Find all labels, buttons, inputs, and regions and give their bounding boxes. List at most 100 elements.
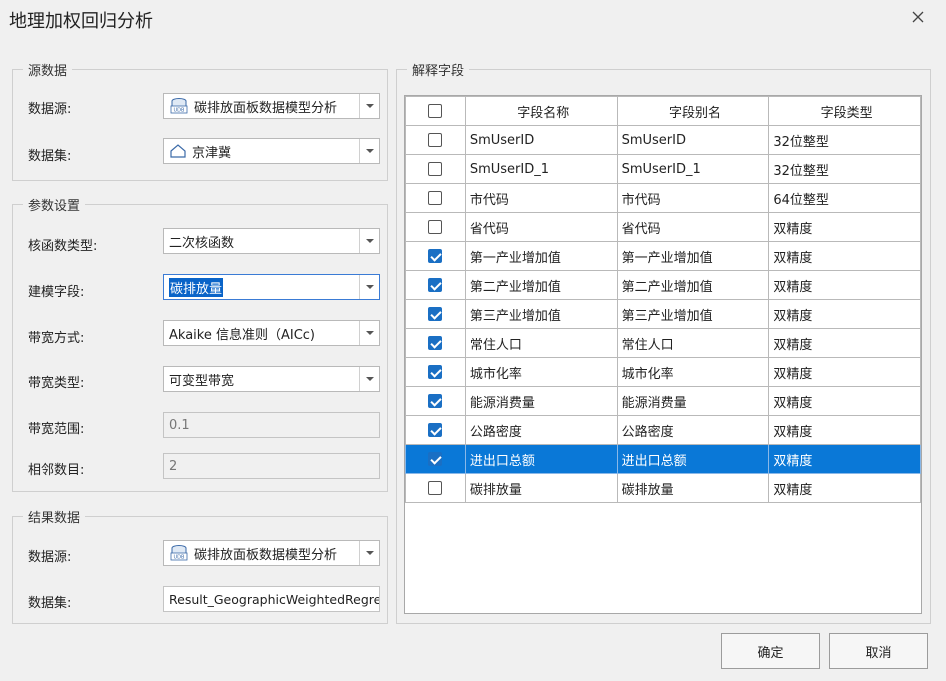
field-type-cell: 双精度 [768,328,921,358]
field-checkbox[interactable] [428,394,443,408]
header-field-name[interactable]: 字段名称 [464,96,618,126]
field-checkbox[interactable] [428,307,443,321]
field-type-cell: 双精度 [768,241,921,271]
field-row[interactable]: SmUserID SmUserID 32位整型 [405,125,921,155]
field-checkbox-cell[interactable] [405,357,466,387]
region-dataset-icon [170,144,186,158]
field-row[interactable]: 公路密度 公路密度 双精度 [405,415,921,445]
chevron-down-icon[interactable] [359,94,379,118]
field-checkbox[interactable] [428,481,443,495]
model-field-select[interactable]: 碳排放量 [163,274,380,300]
chevron-down-icon[interactable] [359,139,379,163]
field-checkbox-cell[interactable] [405,415,466,445]
field-checkbox[interactable] [428,220,443,234]
field-row[interactable]: 常住人口 常住人口 双精度 [405,328,921,358]
chevron-down-icon[interactable] [359,229,379,253]
source-datasource-select[interactable]: UDB 碳排放面板数据模型分析 [163,93,380,119]
field-name-cell: 公路密度 [464,415,618,445]
source-dataset-label: 数据集: [28,149,72,164]
bandwidth-type-value: 可变型带宽 [169,373,235,389]
field-checkbox-cell[interactable] [405,212,466,242]
field-row[interactable]: 城市化率 城市化率 双精度 [405,357,921,387]
field-row[interactable]: 省代码 省代码 双精度 [405,212,921,242]
close-button[interactable] [906,6,930,28]
field-name-cell: 城市化率 [464,357,618,387]
field-type-cell: 双精度 [768,386,921,416]
model-field-value: 碳排放量 [169,277,224,297]
result-dataset-input[interactable]: Result_GeographicWeightedRegres [163,586,380,612]
field-name-cell: 第二产业增加值 [464,270,618,300]
field-alias-cell: 城市化率 [616,357,770,387]
field-name-cell: SmUserID_1 [464,154,618,184]
field-name-cell: 市代码 [464,183,618,213]
field-name-cell: 第一产业增加值 [464,241,618,271]
field-name-cell: 进出口总额 [464,444,618,474]
chevron-down-icon[interactable] [359,541,379,565]
field-type-cell: 双精度 [768,444,921,474]
fields-legend: 解释字段 [412,64,465,79]
field-checkbox[interactable] [428,191,443,205]
fields-grid: 字段名称 字段别名 字段类型 SmUserID SmUserID 32位整型 SmUs… [404,95,922,614]
bandwidth-method-value: Akaike 信息准则（AICc) [169,327,315,343]
source-data-legend: 源数据 [28,64,68,79]
field-type-cell: 双精度 [768,299,921,329]
field-type-cell: 32位整型 [768,154,921,184]
field-checkbox[interactable] [428,133,443,147]
field-type-cell: 32位整型 [768,125,921,155]
source-datasource-value: 碳排放面板数据模型分析 [194,100,338,116]
field-row[interactable]: 能源消费量 能源消费量 双精度 [405,386,921,416]
field-checkbox[interactable] [428,423,443,437]
field-name-cell: 能源消费量 [464,386,618,416]
field-checkbox-cell[interactable] [405,328,466,358]
field-alias-cell: 第三产业增加值 [616,299,770,329]
field-row[interactable]: 第一产业增加值 第一产业增加值 双精度 [405,241,921,271]
field-checkbox-cell[interactable] [405,125,466,155]
field-checkbox[interactable] [428,336,443,350]
chevron-down-icon[interactable] [359,367,379,391]
model-field-label: 建模字段: [28,285,85,300]
field-checkbox-cell[interactable] [405,473,466,503]
ok-button[interactable]: 确定 [721,633,820,669]
field-checkbox-cell[interactable] [405,241,466,271]
field-checkbox-cell[interactable] [405,386,466,416]
result-datasource-select[interactable]: UDB 碳排放面板数据模型分析 [163,540,380,566]
field-row[interactable]: 第二产业增加值 第二产业增加值 双精度 [405,270,921,300]
field-checkbox-cell[interactable] [405,270,466,300]
field-row[interactable]: 进出口总额 进出口总额 双精度 [405,444,921,474]
field-alias-cell: 进出口总额 [616,444,770,474]
neighbors-label: 相邻数目: [28,463,85,478]
field-checkbox[interactable] [428,365,443,379]
field-row[interactable]: 碳排放量 碳排放量 双精度 [405,473,921,503]
select-all-checkbox[interactable] [428,104,443,118]
field-row[interactable]: 市代码 市代码 64位整型 [405,183,921,213]
cancel-button[interactable]: 取消 [829,633,928,669]
chevron-down-icon[interactable] [359,321,379,345]
source-dataset-select[interactable]: 京津冀 [163,138,380,164]
field-checkbox[interactable] [428,452,443,466]
field-alias-cell: 公路密度 [616,415,770,445]
field-type-cell: 双精度 [768,473,921,503]
field-alias-cell: 碳排放量 [616,473,770,503]
bandwidth-type-select[interactable]: 可变型带宽 [163,366,380,392]
bandwidth-range-input[interactable]: 0.1 [163,412,380,438]
header-field-alias[interactable]: 字段别名 [616,96,770,126]
bandwidth-method-select[interactable]: Akaike 信息准则（AICc) [163,320,380,346]
kernel-type-select[interactable]: 二次核函数 [163,228,380,254]
field-row[interactable]: SmUserID_1 SmUserID_1 32位整型 [405,154,921,184]
header-field-type[interactable]: 字段类型 [768,96,921,126]
source-datasource-label: 数据源: [28,102,72,117]
chevron-down-icon[interactable] [359,275,379,299]
result-dataset-label: 数据集: [28,596,72,611]
field-checkbox-cell[interactable] [405,154,466,184]
field-checkbox[interactable] [428,249,443,263]
field-checkbox-cell[interactable] [405,183,466,213]
field-checkbox[interactable] [428,162,443,176]
field-checkbox-cell[interactable] [405,299,466,329]
svg-text:UDB: UDB [174,108,186,114]
neighbors-input[interactable]: 2 [163,453,380,479]
field-checkbox[interactable] [428,278,443,292]
field-checkbox-cell[interactable] [405,444,466,474]
select-all-cell[interactable] [405,96,466,126]
field-row[interactable]: 第三产业增加值 第三产业增加值 双精度 [405,299,921,329]
field-type-cell: 双精度 [768,357,921,387]
